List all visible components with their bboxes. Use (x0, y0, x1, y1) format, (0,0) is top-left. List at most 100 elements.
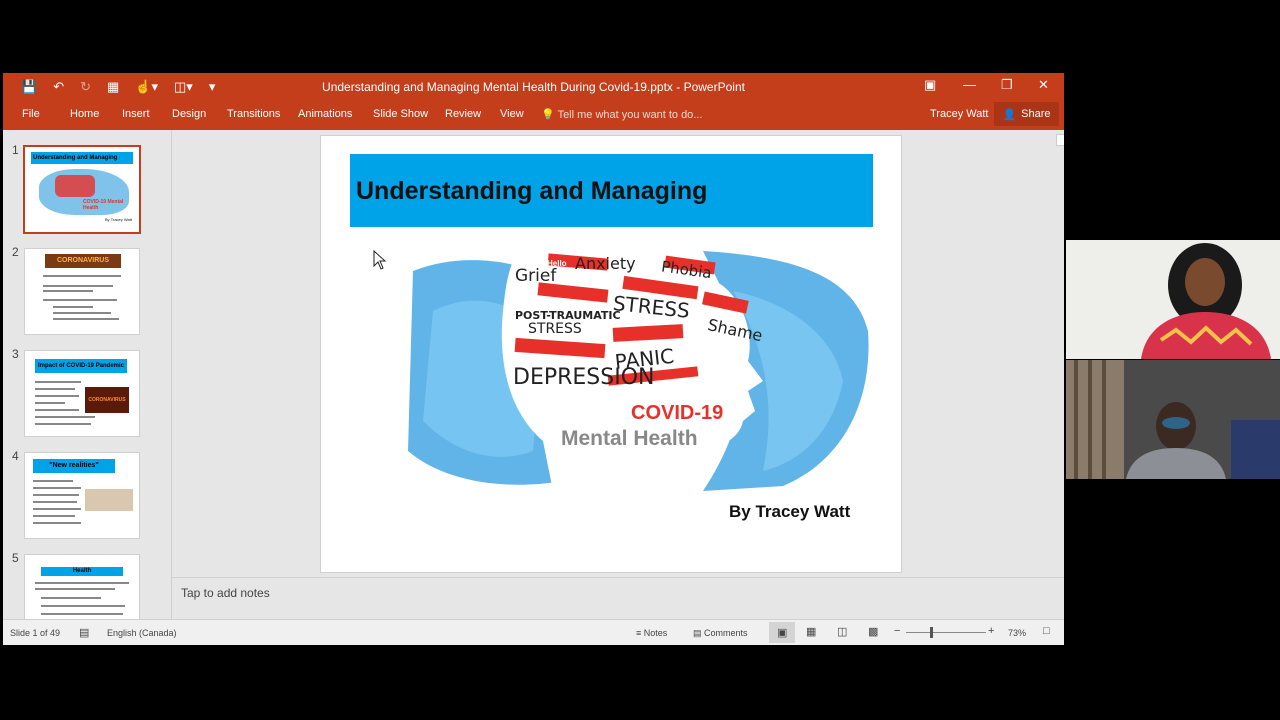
ribbon-display-icon[interactable]: ▣ (924, 77, 936, 93)
minimize-icon[interactable]: — (963, 77, 976, 92)
zoom-slider-thumb[interactable] (930, 627, 933, 638)
tab-view[interactable]: View (500, 108, 524, 120)
slide-thumbnail-4[interactable]: "New realities" (24, 452, 140, 539)
zoom-slider[interactable] (906, 632, 986, 633)
thumb-text-line (41, 597, 101, 599)
participant-video-1[interactable] (1066, 240, 1280, 359)
tab-review[interactable]: Review (445, 108, 481, 120)
close-icon[interactable]: ✕ (1038, 77, 1049, 93)
thumb-photo (85, 489, 133, 511)
thumb-byline: By Tracey Watt (105, 217, 132, 222)
slide-title: Understanding and Managing (356, 177, 708, 205)
title-banner[interactable]: Understanding and Managing (350, 154, 873, 227)
covid-mental-health-image[interactable]: Hello Grief Anxiety Phobia POST-TRAUMATI… (403, 251, 873, 491)
slide-counter: Slide 1 of 49 (10, 628, 61, 638)
zoom-out-icon[interactable]: − (894, 625, 900, 637)
thumb-number: 1 (12, 143, 19, 157)
slide-thumbnail-1[interactable]: Understanding and Managing COVID-19 Ment… (23, 145, 141, 234)
thumb-text-line (35, 388, 75, 390)
user-name[interactable]: Tracey Watt (930, 108, 988, 120)
thumb-text-line (35, 395, 79, 397)
author-byline[interactable]: By Tracey Watt (729, 502, 850, 522)
tab-transitions[interactable]: Transitions (227, 108, 280, 120)
covid-19-text: COVID-19 (631, 402, 723, 424)
share-button[interactable]: 👤 Share (994, 102, 1059, 126)
slide-show-icon[interactable]: ▩ (868, 625, 878, 638)
word-grief: Grief (515, 266, 557, 286)
notes-placeholder[interactable]: Tap to add notes (181, 586, 270, 600)
thumb-text-line (41, 605, 125, 607)
normal-view-icon: ▣ (777, 627, 788, 639)
slide-thumbnail-5[interactable]: Health (24, 554, 140, 619)
maximize-icon[interactable]: ❐ (1001, 77, 1013, 93)
thumb-title: Health (41, 567, 123, 576)
thumb-virus-image: CORONAVIRUS (85, 387, 129, 413)
zoom-in-icon[interactable]: + (988, 625, 994, 637)
slide-sorter-icon[interactable]: ▦ (806, 625, 816, 638)
thumb-text-line (35, 409, 79, 411)
mental-health-text: Mental Health (561, 427, 698, 450)
vertical-scrollbar[interactable] (1055, 130, 1064, 562)
language-indicator[interactable]: English (Canada) (107, 628, 177, 638)
thumb-text-line (53, 318, 119, 320)
thumb-text-line (33, 487, 81, 489)
comments-toggle[interactable]: ▤ Comments (693, 628, 748, 639)
fit-slide-icon[interactable]: □ (1043, 625, 1050, 637)
thumb-text-line (43, 290, 93, 292)
thumb-text-line (53, 312, 111, 314)
person-icon: 👤 (1002, 108, 1017, 121)
thumb-text-line (35, 402, 65, 404)
zoom-level[interactable]: 73% (1008, 628, 1026, 638)
tell-me-text: Tell me what you want to do... (557, 109, 703, 121)
thumb-text-line (43, 299, 117, 301)
word-stress: STRESS (528, 321, 582, 337)
notes-pane[interactable]: Tap to add notes (172, 577, 1064, 620)
slide-thumbnail-pane[interactable]: 1 Understanding and Managing COVID-19 Me… (3, 130, 172, 619)
notes-toggle[interactable]: ≡ Notes (636, 628, 667, 638)
thumb-number: 4 (12, 449, 19, 463)
tell-me-search[interactable]: 💡 Tell me what you want to do... (541, 108, 702, 121)
normal-view-button[interactable]: ▣ (769, 622, 795, 643)
thumb-text-line (33, 508, 81, 510)
notes-icon: ≡ (636, 628, 642, 638)
thumb-text-line (33, 515, 75, 517)
scrollbar-thumb[interactable] (1056, 134, 1064, 146)
thumb-title: "New realities" (33, 459, 115, 473)
slide-thumbnail-2[interactable]: CORONAVIRUS (24, 248, 140, 335)
thumb-text-line (43, 285, 113, 287)
thumb-title: CORONAVIRUS (45, 254, 121, 268)
thumb-text-line (43, 275, 121, 277)
thumb-number: 5 (12, 551, 19, 565)
current-slide[interactable]: Understanding and Managing Hello Grief A… (320, 135, 902, 573)
thumb-text-line (35, 416, 95, 418)
participant-avatar-image (1066, 360, 1280, 479)
comments-label: Comments (704, 628, 748, 638)
participant-video-2[interactable] (1066, 360, 1280, 479)
comment-icon: ▤ (693, 628, 702, 638)
tab-insert[interactable]: Insert (122, 108, 150, 120)
thumb-text-line (35, 423, 91, 425)
title-bar: 💾 ↶ ↻ ▦ ☝▾ ◫▾ ▾ Understanding and Managi… (3, 73, 1064, 130)
thumb-text-line (41, 613, 123, 615)
word-depression: DEPRESSION (513, 365, 655, 390)
tab-animations[interactable]: Animations (298, 108, 352, 120)
spelling-check-icon[interactable]: ▤ (79, 626, 89, 639)
thumb-number: 2 (12, 245, 19, 259)
slide-editor[interactable]: Understanding and Managing Hello Grief A… (172, 130, 1055, 577)
thumb-text-line (35, 582, 129, 584)
tab-file[interactable]: File (22, 108, 40, 120)
thumb-text-line (35, 588, 115, 590)
window-title: Understanding and Managing Mental Health… (322, 80, 745, 94)
tab-home[interactable]: Home (70, 108, 99, 120)
tab-slide-show[interactable]: Slide Show (373, 108, 428, 120)
mouse-cursor-icon (373, 250, 387, 270)
thumb-word-tags (55, 175, 95, 197)
thumb-title: Impact of COVID-19 Pandemic (35, 359, 127, 373)
word-anxiety: Anxiety (575, 254, 636, 273)
slide-thumbnail-3[interactable]: Impact of COVID-19 Pandemic CORONAVIRUS (24, 350, 140, 437)
thumb-title: Understanding and Managing (31, 152, 133, 164)
lightbulb-icon: 💡 (541, 109, 555, 121)
thumb-text-line (33, 480, 73, 482)
reading-view-icon[interactable]: ◫ (837, 625, 847, 638)
tab-design[interactable]: Design (172, 108, 206, 120)
